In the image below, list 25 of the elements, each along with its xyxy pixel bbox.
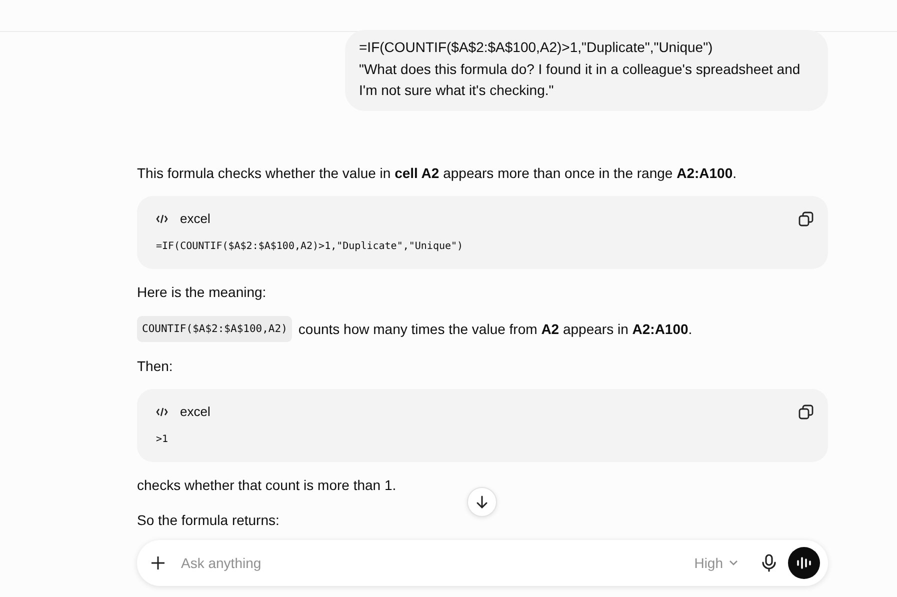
response-text: Then: [137,356,173,376]
response-text: counts how many times the value from A2 appears in A2:A100. [298,320,692,339]
response-text: checks whether that count is more than 1. [137,476,396,494]
code-text: =IF(COUNTIF($A$2:$A$100,A2)>1,"Duplicate","Unique") [156,240,464,254]
microphone-icon[interactable] [762,554,776,572]
user-message: =IF(COUNTIF($A$2:$A$100,A2)>1,"Duplicate","Unique") "What does this formula do? I found it in a colleague's spreadsheet and I'm not sure what it's checking." [345,30,828,110]
response-text: This formula checks whether the value in cell A2 appears more than once in the range A2:A100. [137,164,737,183]
response-text: Here is the meaning: [137,282,266,302]
arrow-down-icon [475,495,489,509]
copy-icon[interactable] [798,404,814,420]
waveform-icon [796,556,812,570]
code-text: >1 [156,432,170,446]
code-language: excel [180,404,210,419]
code-icon [156,406,168,416]
plus-icon[interactable] [151,556,165,570]
chevron-down-icon [729,560,738,566]
code-language: excel [180,211,210,226]
model-selector[interactable]: High [690,551,742,575]
inline-code: COUNTIF($A$2:$A$100,A2) [137,316,292,342]
copy-icon[interactable] [798,210,814,226]
code-icon [156,214,168,224]
message-input[interactable]: Ask anything [179,554,690,572]
voice-mode-button[interactable] [788,547,820,579]
scroll-down-button[interactable] [467,487,497,517]
response-text: So the formula returns: [137,510,280,530]
